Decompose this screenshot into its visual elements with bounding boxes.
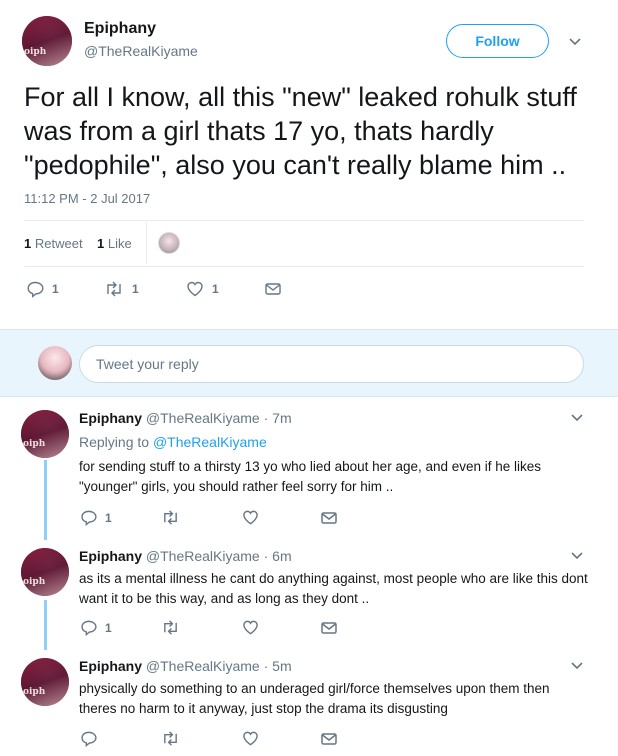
retweet-action[interactable] [161, 730, 180, 747]
heart-icon [243, 510, 258, 525]
reply-icon [81, 731, 97, 747]
avatar-text: oiph [23, 687, 46, 698]
message-action[interactable] [264, 281, 282, 297]
reply-time[interactable]: · 6m [264, 548, 292, 564]
envelope-icon [321, 622, 337, 634]
divider [24, 220, 584, 221]
reply-icon [81, 620, 97, 636]
reply-time[interactable]: · 7m [264, 410, 292, 426]
reply-action[interactable]: 1 [80, 619, 112, 636]
chevron-down-icon[interactable] [570, 661, 584, 671]
likes-count: 1 [97, 236, 105, 251]
reply-count: 1 [52, 282, 59, 296]
message-action[interactable] [320, 731, 338, 747]
avatar-text: oiph [23, 577, 46, 588]
thread-line [44, 600, 47, 650]
envelope-icon [321, 512, 337, 524]
reply-avatar[interactable]: oiph [21, 658, 69, 706]
reply-avatar[interactable]: oiph [21, 548, 69, 596]
stats-divider [146, 222, 147, 264]
retweet-count: 1 [132, 282, 139, 296]
heart-icon [243, 620, 258, 635]
reply-time[interactable]: · 5m [264, 658, 292, 674]
thread-line [44, 460, 47, 540]
retweets-label: Retweet [34, 236, 83, 251]
avatar-text: oiph [23, 439, 46, 450]
chevron-down-icon[interactable] [568, 37, 582, 47]
tweet-stats[interactable]: 1 Retweet 1 Like [24, 236, 132, 251]
liker-avatar[interactable] [158, 232, 180, 254]
current-user-avatar [38, 346, 72, 380]
retweet-icon [164, 731, 177, 746]
message-action[interactable] [320, 510, 338, 526]
like-action[interactable]: 1 [186, 280, 219, 298]
heart-icon [187, 281, 203, 297]
heart-icon [243, 731, 258, 746]
envelope-icon [265, 283, 281, 295]
retweet-action[interactable] [161, 619, 180, 636]
retweet-action[interactable]: 1 [104, 280, 139, 298]
avatar-text: oiph [24, 47, 47, 57]
divider [24, 266, 584, 267]
chevron-down-icon[interactable] [570, 413, 584, 423]
retweet-action[interactable] [161, 509, 180, 526]
reply-icon [27, 281, 44, 298]
reply-author-name[interactable]: Epiphany [79, 548, 142, 564]
tweet-text: For all I know, all this "new" leaked ro… [24, 82, 577, 180]
reply-action[interactable]: 1 [80, 509, 112, 526]
reply-author-handle[interactable]: @TheRealKiyame [146, 410, 260, 426]
author-avatar[interactable]: oiph [22, 16, 72, 66]
retweets-count: 1 [24, 236, 32, 251]
retweet-icon [164, 620, 177, 635]
chevron-down-icon[interactable] [570, 551, 584, 561]
tweet-timestamp[interactable]: 11:12 PM - 2 Jul 2017 [24, 191, 150, 206]
reply-avatar[interactable]: oiph [21, 410, 69, 458]
likes-label: Like [107, 236, 132, 251]
like-action[interactable] [242, 619, 259, 636]
message-action[interactable] [320, 620, 338, 636]
reply-action[interactable]: 1 [26, 280, 59, 298]
reply-count: 1 [105, 620, 112, 635]
envelope-icon [321, 733, 337, 745]
like-action[interactable] [242, 509, 259, 526]
reply-text: physically do something to an underaged … [79, 681, 550, 716]
reply-count: 1 [105, 510, 112, 525]
retweet-icon [164, 510, 177, 525]
reply-action[interactable] [80, 730, 97, 747]
replying-prefix: Replying to [79, 434, 153, 450]
like-action[interactable] [242, 730, 259, 747]
reply-author-handle[interactable]: @TheRealKiyame [146, 548, 260, 564]
reply-text: as its a mental illness he cant do anyth… [79, 571, 588, 606]
reply-author-name[interactable]: Epiphany [79, 658, 142, 674]
author-handle[interactable]: @TheRealKiyame [84, 43, 198, 59]
reply-header: Epiphany @TheRealKiyame · 7m [79, 410, 292, 426]
author-name[interactable]: Epiphany [84, 20, 156, 38]
reply-icon [81, 510, 97, 526]
replying-to: Replying to @TheRealKiyame [79, 434, 267, 450]
like-count: 1 [212, 282, 219, 296]
reply-header: Epiphany @TheRealKiyame · 5m [79, 658, 292, 674]
reply-text: for sending stuff to a thirsty 13 yo who… [79, 459, 542, 494]
reply-author-handle[interactable]: @TheRealKiyame [146, 658, 260, 674]
reply-input[interactable]: Tweet your reply [79, 345, 584, 383]
reply-header: Epiphany @TheRealKiyame · 6m [79, 548, 292, 564]
retweet-icon [107, 281, 121, 297]
follow-button[interactable]: Follow [446, 24, 549, 58]
reply-author-name[interactable]: Epiphany [79, 410, 142, 426]
replying-to-link[interactable]: @TheRealKiyame [153, 434, 267, 450]
